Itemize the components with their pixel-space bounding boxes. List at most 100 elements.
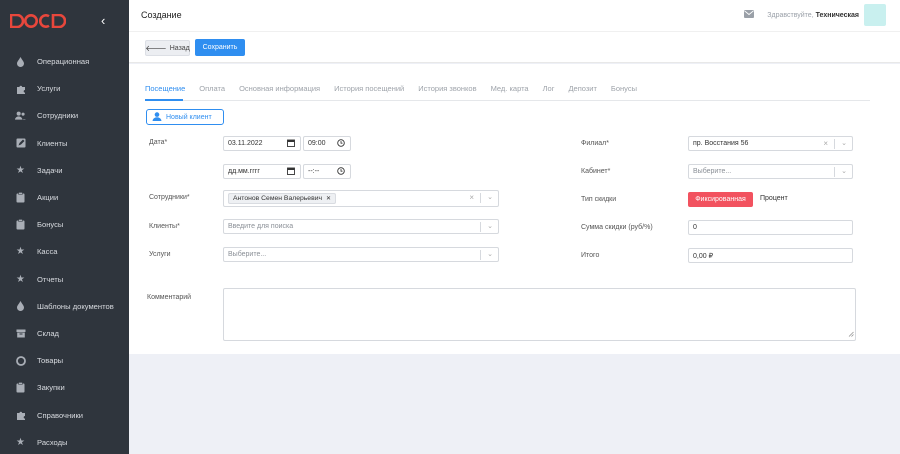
star-icon: ★ — [16, 164, 25, 176]
chevron-down-icon[interactable]: ⌄ — [841, 167, 847, 175]
tab-payment[interactable]: Оплата — [199, 84, 225, 100]
clear-icon[interactable]: × — [469, 193, 474, 202]
tab-visit[interactable]: Посещение — [145, 84, 185, 100]
mail-icon[interactable] — [744, 10, 755, 20]
sidebar-item-warehouse[interactable]: Склад — [0, 320, 129, 347]
tab-medical-card[interactable]: Мед. карта — [491, 84, 529, 100]
clock-icon[interactable] — [337, 167, 345, 177]
logo[interactable] — [10, 12, 66, 30]
sidebar-item-label: Шаблоны документов — [37, 301, 114, 311]
sidebar-item-operating[interactable]: Операционная — [0, 48, 129, 75]
time-input[interactable]: 09:00 — [303, 136, 351, 151]
sidebar-item-label: Клиенты — [37, 138, 68, 148]
clients-label: Клиенты* — [149, 223, 180, 230]
collapse-sidebar-icon[interactable]: ‹ — [101, 14, 105, 27]
new-client-button[interactable]: Новый клиент — [146, 109, 224, 125]
sidebar-item-label: Бонусы — [37, 220, 64, 230]
remove-tag-icon[interactable]: ✕ — [326, 195, 331, 202]
cabinet-select[interactable]: Выберите... ⌄ — [688, 164, 853, 179]
date-input[interactable]: 03.11.2022 — [223, 136, 301, 151]
tab-main-info[interactable]: Основная информация — [239, 84, 320, 100]
sidebar-item-label: Задачи — [37, 165, 63, 175]
date-label: Дата* — [149, 139, 168, 146]
sidebar-item-tasks[interactable]: ★ Задачи — [0, 157, 129, 184]
puzzle-icon — [15, 83, 26, 94]
select-separator — [480, 193, 481, 203]
clipboard-icon — [15, 382, 26, 393]
time-end-placeholder: --:-- — [308, 168, 320, 175]
resize-grip-icon[interactable] — [848, 330, 854, 339]
branch-label: Филиал* — [581, 140, 609, 147]
time-value: 09:00 — [308, 140, 326, 147]
sidebar-item-label: Операционная — [37, 57, 90, 67]
clipboard-icon — [15, 219, 26, 230]
comment-textarea[interactable] — [223, 288, 856, 341]
puzzle-icon — [15, 410, 26, 421]
employee-tag-label: Антонов Семен Валерьевич — [233, 195, 323, 202]
tab-bonuses[interactable]: Бонусы — [611, 84, 637, 100]
sidebar-item-purchases[interactable]: Закупки — [0, 374, 129, 401]
tab-deposit[interactable]: Депозит — [568, 84, 596, 100]
employees-select[interactable]: Антонов Семен Валерьевич ✕ × ⌄ — [223, 190, 499, 207]
sidebar-item-bonuses[interactable]: Бонусы — [0, 211, 129, 238]
total-label: Итого — [581, 252, 600, 259]
sidebar-item-doc-templates[interactable]: Шаблоны документов — [0, 293, 129, 320]
sidebar-item-references[interactable]: Справочники — [0, 401, 129, 428]
calendar-icon[interactable] — [287, 167, 295, 177]
back-button[interactable]: 🡐 Назад — [145, 40, 190, 56]
star-icon: ★ — [16, 273, 25, 285]
total-input[interactable]: 0,00 ₽ — [688, 248, 853, 263]
discount-percent-button[interactable]: Процент — [760, 195, 788, 202]
clear-icon[interactable]: × — [823, 139, 828, 148]
services-placeholder: Выберите... — [228, 251, 267, 258]
sidebar-item-expenses[interactable]: ★ Расходы — [0, 429, 129, 454]
star-icon: ★ — [16, 246, 25, 258]
avatar[interactable] — [864, 4, 886, 26]
date-value: 03.11.2022 — [228, 140, 263, 147]
chevron-down-icon[interactable]: ⌄ — [487, 193, 493, 201]
clients-search-input[interactable]: Введите для поиска ⌄ — [223, 219, 499, 234]
tab-visit-history[interactable]: История посещений — [334, 84, 404, 100]
tab-bar: Посещение Оплата Основная информация Ист… — [145, 84, 651, 100]
arrow-left-icon: 🡐 — [145, 44, 167, 53]
sidebar-item-promotions[interactable]: Акции — [0, 184, 129, 211]
sidebar-item-services[interactable]: Услуги — [0, 75, 129, 102]
discount-sum-input[interactable]: 0 — [688, 220, 853, 235]
sidebar-item-label: Касса — [37, 247, 58, 257]
clock-icon[interactable] — [337, 139, 345, 149]
chevron-down-icon[interactable]: ⌄ — [841, 139, 847, 147]
total-value: 0,00 ₽ — [693, 252, 714, 260]
sidebar-item-label: Закупки — [37, 383, 65, 393]
sidebar-item-cashbox[interactable]: ★ Касса — [0, 238, 129, 265]
sidebar-item-label: Услуги — [37, 84, 61, 94]
sidebar-item-clients[interactable]: Клиенты — [0, 130, 129, 157]
sidebar-item-employees[interactable]: Сотрудники — [0, 102, 129, 129]
branch-select[interactable]: пр. Восстания 56 × ⌄ — [688, 136, 853, 151]
sidebar: ‹ Операционная Услуги Сотрудники Клиенты… — [0, 0, 129, 454]
time-end-input[interactable]: --:-- — [303, 164, 351, 179]
select-separator — [480, 250, 481, 260]
chevron-down-icon[interactable]: ⌄ — [487, 250, 493, 258]
chevron-down-icon[interactable]: ⌄ — [487, 222, 493, 230]
box-icon — [15, 328, 26, 339]
services-select[interactable]: Выберите... ⌄ — [223, 247, 499, 262]
select-separator — [834, 139, 835, 149]
sidebar-item-reports[interactable]: ★ Отчеты — [0, 266, 129, 293]
date-end-input[interactable]: дд.мм.гггг — [223, 164, 301, 179]
new-client-label: Новый клиент — [166, 113, 212, 121]
sidebar-item-label: Товары — [37, 356, 64, 366]
sidebar-item-goods[interactable]: Товары — [0, 347, 129, 374]
discount-sum-value: 0 — [693, 224, 697, 231]
employee-tag: Антонов Семен Валерьевич ✕ — [228, 193, 337, 204]
save-button[interactable]: Сохранить — [195, 39, 245, 56]
date-end-placeholder: дд.мм.гггг — [228, 168, 260, 175]
comment-label: Комментарий — [147, 294, 192, 301]
calendar-icon[interactable] — [287, 139, 295, 149]
discount-fixed-button[interactable]: Фиксированная — [688, 192, 753, 207]
discount-sum-label: Сумма скидки (руб/%) — [581, 224, 653, 231]
cabinet-placeholder: Выберите... — [693, 168, 732, 175]
tab-call-history[interactable]: История звонков — [418, 84, 476, 100]
user-area: Здравствуйте, Техническая — [744, 4, 886, 26]
greeting: Здравствуйте, Техническая — [767, 12, 859, 19]
tab-log[interactable]: Лог — [543, 84, 555, 100]
